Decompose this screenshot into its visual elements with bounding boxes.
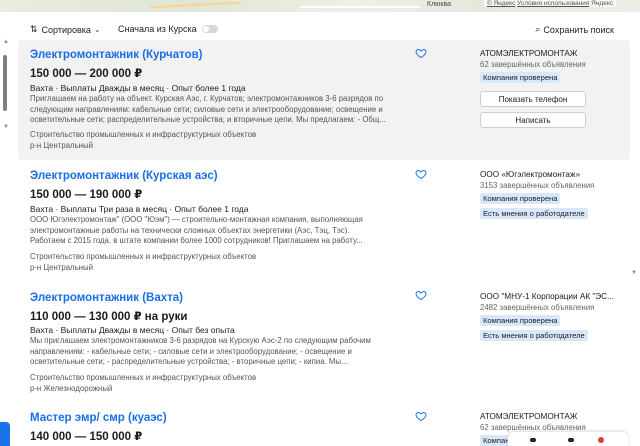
favorite-heart-icon[interactable] <box>415 289 427 301</box>
vacancy-title-link[interactable]: Электромонтажник (Курчатов) <box>30 49 203 61</box>
sort-icon: ⇅ <box>30 24 37 34</box>
company-verified-badge: Компания проверена <box>480 315 561 326</box>
show-phone-button[interactable]: Показать телефон <box>480 91 586 107</box>
map-attrib-tail: Яндекс <box>591 0 613 7</box>
side-tab[interactable] <box>0 422 10 446</box>
vacancy-card[interactable]: Электромонтажник (Курская аэс) 150 000 —… <box>18 163 630 278</box>
description-line: электромонтажные работы на технически сл… <box>30 225 350 235</box>
vacancy-description: Приглашаем на работу на объект. Курская … <box>30 94 426 126</box>
map-attrib-brand: © Яндекс <box>486 0 516 7</box>
chevron-down-icon: ⌄ <box>93 25 101 34</box>
employer-reviews-badge[interactable]: Есть мнения о работодателе <box>480 330 588 341</box>
description-line: Работаем с 2015 года, в штате компании б… <box>30 236 363 245</box>
description-line: Мы приглашаем электромонтажников 3-6 раз… <box>30 336 371 345</box>
save-search-button[interactable]: ⌕ Сохранить поиск <box>535 24 614 35</box>
vacancy-district: р-н Центральный <box>30 263 93 272</box>
company-name-link[interactable]: АТОМЭЛЕКТРОМОНТАЖ <box>480 49 577 58</box>
kursk-first-toggle-row[interactable]: Сначала из Курска <box>118 24 218 34</box>
action-icon[interactable] <box>568 438 574 442</box>
vacancy-industry: Строительство промышленных и инфраструкт… <box>30 373 257 382</box>
vacancy-title-link[interactable]: Мастер эмр/ смр (куаэс) <box>30 412 167 424</box>
company-verified-badge: Компания проверена <box>480 193 561 204</box>
description-line: осветительные сети; - распределительные … <box>30 357 348 366</box>
vacancy-title-link[interactable]: Электромонтажник (Курская аэс) <box>30 170 218 182</box>
vacancy-meta: Вахта · Выплаты Дважды в месяц · Опыт бо… <box>30 83 246 93</box>
vacancy-salary: 140 000 — 150 000 ₽ <box>30 431 143 443</box>
company-name-link[interactable]: ООО "МНУ-1 Корпорации АК "ЭС... <box>480 292 614 301</box>
write-message-button[interactable]: Написать <box>480 112 586 128</box>
vacancy-district: р-н Центральный <box>30 141 93 150</box>
notification-dot-icon <box>598 437 604 443</box>
vacancy-meta: Вахта · Выплаты Три раза в месяц · Опыт … <box>30 204 249 214</box>
description-line: ООО Югэлектромонтаж" (ООО "Юэм") — строи… <box>30 215 363 224</box>
company-name-link[interactable]: АТОМЭЛЕКТРОМОНТАЖ <box>480 412 577 421</box>
favorite-heart-icon[interactable] <box>415 168 427 180</box>
company-ad-count: 62 завершённых объявления <box>480 60 586 69</box>
map-road <box>150 1 240 9</box>
results-toolbar: ⇅ Сортировка ⌄ Сначала из Курска ⌕ Сохра… <box>30 22 620 38</box>
vacancy-district: р-н Железнодорожный <box>30 384 113 393</box>
favorite-heart-icon[interactable] <box>415 410 427 422</box>
description-line: осветительные сети; распределительные ус… <box>30 115 386 124</box>
map-place-label: Клюква <box>427 1 452 8</box>
kursk-first-label: Сначала из Курска <box>118 24 197 34</box>
vacancy-card[interactable]: Электромонтажник (Курчатов) 150 000 — 20… <box>18 40 630 160</box>
vacancy-industry: Строительство промышленных и инфраструкт… <box>30 130 257 139</box>
vacancy-description: ООО Югэлектромонтаж" (ООО "Юэм") — строи… <box>30 215 426 247</box>
company-name-link[interactable]: ООО «Югэлектромонтаж» <box>480 170 580 179</box>
vacancy-salary: 110 000 — 130 000 ₽ на руки <box>30 311 188 323</box>
sort-dropdown[interactable]: ⇅ Сортировка ⌄ <box>30 24 101 35</box>
vacancy-title-link[interactable]: Электромонтажник (Вахта) <box>30 292 183 304</box>
vacancy-card[interactable]: Электромонтажник (Вахта) 110 000 — 130 0… <box>18 285 630 400</box>
company-ad-count: 3153 завершённых объявления <box>480 181 595 190</box>
scroll-down-arrow-icon[interactable]: ▼ <box>631 270 637 276</box>
action-icon[interactable] <box>530 438 536 442</box>
sort-label: Сортировка <box>41 24 91 35</box>
vacancy-meta: Вахта · Выплаты Дважды в месяц · Опыт бе… <box>30 325 235 335</box>
kursk-first-toggle[interactable] <box>201 25 218 33</box>
company-ad-count: 2482 завершённых объявления <box>480 303 595 312</box>
floating-action-bar[interactable] <box>508 432 628 446</box>
vacancy-industry: Строительство промышленных и инфраструкт… <box>30 252 257 261</box>
vacancy-description: Мы приглашаем электромонтажников 3-6 раз… <box>30 336 426 368</box>
company-ad-count: 62 завершённых объявления <box>480 423 586 432</box>
description-line: следующим направлениям: кабельные сети; … <box>30 104 383 114</box>
map-road <box>300 6 420 8</box>
search-icon: ⌕ <box>535 24 541 34</box>
map-attribution: © Яндекс Условия использования Яндекс <box>483 0 616 7</box>
map-strip[interactable]: Клюква © Яндекс Условия использования Ян… <box>0 0 640 12</box>
scroll-up-arrow-icon[interactable]: ▲ <box>3 39 9 45</box>
favorite-heart-icon[interactable] <box>415 47 427 59</box>
scroll-down-arrow-icon[interactable]: ▼ <box>3 124 9 130</box>
vacancy-salary: 150 000 — 190 000 ₽ <box>30 189 143 201</box>
description-line: направлениям: - кабельные сети; - силовы… <box>30 346 352 356</box>
employer-reviews-badge[interactable]: Есть мнения о работодателе <box>480 208 588 219</box>
company-verified-badge: Компания проверена <box>480 72 561 83</box>
map-terms-link[interactable]: Условия использования <box>517 0 589 7</box>
save-search-label: Сохранить поиск <box>543 24 614 35</box>
description-line: Приглашаем на работу на объект. Курская … <box>30 94 384 103</box>
vacancy-salary: 150 000 — 200 000 ₽ <box>30 68 143 80</box>
scrollbar-thumb[interactable] <box>3 55 7 111</box>
